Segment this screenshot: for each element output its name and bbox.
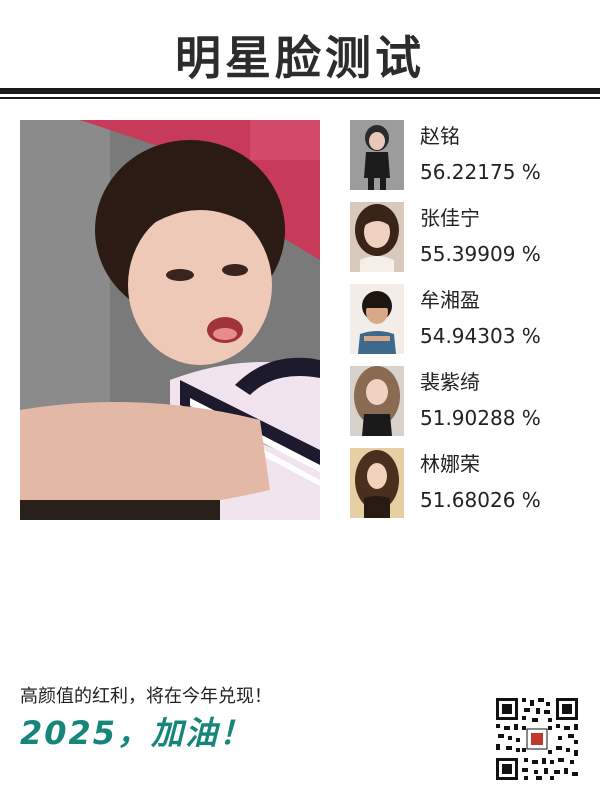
title-rule-thick	[0, 88, 600, 94]
match-item[interactable]: 牟湘盈 54.94303 %	[350, 284, 590, 356]
match-item[interactable]: 赵铭 56.22175 %	[350, 120, 590, 192]
match-score: 54.94303 %	[420, 324, 541, 348]
footer-slogan: 高颜值的红利，将在今年兑现！	[20, 686, 272, 707]
match-name: 张佳宁	[420, 206, 480, 230]
match-item[interactable]: 张佳宁 55.39909 %	[350, 202, 590, 274]
match-item[interactable]: 林娜荣 51.68026 %	[350, 448, 590, 520]
celebrity-thumbnail	[350, 202, 404, 272]
qr-code[interactable]	[494, 696, 580, 782]
match-score: 56.22175 %	[420, 160, 541, 184]
uploaded-photo	[20, 120, 320, 520]
celebrity-thumbnail	[350, 120, 404, 190]
celebrity-thumbnail	[350, 284, 404, 354]
match-score: 51.90288 %	[420, 406, 541, 430]
celebrity-thumbnail	[350, 366, 404, 436]
match-name: 赵铭	[420, 124, 460, 148]
page-title: 明星脸测试	[175, 31, 425, 85]
match-name: 林娜荣	[420, 452, 480, 476]
celebrity-thumbnail	[350, 448, 404, 518]
match-score: 51.68026 %	[420, 488, 541, 512]
title-rule-thin	[0, 97, 600, 99]
match-score: 55.39909 %	[420, 242, 541, 266]
footer-cheer: 2025，加油！	[20, 714, 254, 752]
match-name: 牟湘盈	[420, 288, 480, 312]
match-name: 裴紫绮	[420, 370, 480, 394]
match-item[interactable]: 裴紫绮 51.90288 %	[350, 366, 590, 438]
